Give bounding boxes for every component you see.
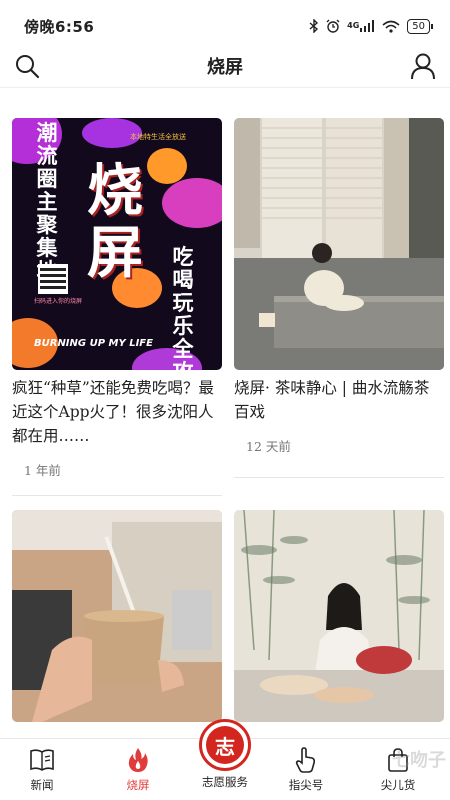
user-profile-icon[interactable] <box>410 52 436 80</box>
article-thumbnail-photo[interactable] <box>234 510 444 722</box>
poster-qr-caption: 扫码进入你的烧屏 <box>34 298 83 305</box>
tab-fingertip[interactable]: 指尖号 <box>266 739 346 800</box>
tab-label: 烧屏 <box>126 778 150 792</box>
bluetooth-icon <box>309 19 319 33</box>
article-time: 1 年前 <box>24 463 61 478</box>
emblem-character: 志 <box>206 726 244 764</box>
article-time: 12 天前 <box>246 439 291 454</box>
book-icon <box>29 747 55 773</box>
volunteer-emblem-icon: 志 <box>199 719 251 771</box>
pointer-hand-icon <box>293 747 319 773</box>
article-thumbnail-poster[interactable]: 本地特生活全放送 潮流圈主聚集地 烧屏 吃喝玩乐全攻略 扫码进入你的烧屏 BUR… <box>12 118 222 370</box>
signal-icon: 4G <box>347 20 375 32</box>
card-divider <box>234 477 444 478</box>
battery-indicator: 50 <box>407 18 433 34</box>
article-card[interactable] <box>12 510 222 722</box>
poster-big-text: 烧屏 <box>87 158 143 286</box>
article-feed[interactable]: 本地特生活全放送 潮流圈主聚集地 烧屏 吃喝玩乐全攻略 扫码进入你的烧屏 BUR… <box>0 118 450 738</box>
article-card[interactable]: 烧屏· 茶味静心 | 曲水流觞茶百戏 12 天前 <box>234 118 444 478</box>
article-thumbnail-photo[interactable] <box>234 118 444 370</box>
card-divider <box>12 495 222 496</box>
tab-label: 指尖号 <box>288 778 324 792</box>
poster-tagline: 本地特生活全放送 <box>130 133 186 141</box>
alarm-icon <box>326 19 340 33</box>
poster-qr-code <box>38 264 68 294</box>
top-header: 烧屏 <box>0 44 450 88</box>
article-title[interactable]: 烧屏· 茶味静心 | 曲水流觞茶百戏 <box>234 376 444 424</box>
flame-icon <box>125 747 151 773</box>
tab-shaoping[interactable]: 烧屏 <box>98 739 178 800</box>
article-title[interactable]: 疯狂“种草”还能免费吃喝？最近这个App火了！很多沈阳人都在用…… <box>12 376 222 448</box>
status-icons: 4G 50 <box>309 18 433 34</box>
article-thumbnail-photo[interactable] <box>12 510 222 722</box>
page-title: 烧屏 <box>207 56 243 78</box>
poster-footer-text: BURNING UP MY LIFE <box>34 338 153 349</box>
tab-label: 志愿服务 <box>202 775 248 789</box>
tab-label: 新闻 <box>30 778 54 792</box>
search-icon[interactable] <box>14 53 40 79</box>
status-time: 傍晚6:56 <box>24 17 95 36</box>
poster-right-vertical-text: 吃喝玩乐全攻略 <box>172 245 194 371</box>
poster-left-vertical-text: 潮流圈主聚集地 <box>36 121 58 283</box>
tab-news[interactable]: 新闻 <box>2 739 82 800</box>
watermark-logo: 七吻子 <box>392 750 446 771</box>
tab-volunteer-service[interactable]: 志 志愿服务 <box>190 719 260 790</box>
article-card[interactable]: 本地特生活全放送 潮流圈主聚集地 烧屏 吃喝玩乐全攻略 扫码进入你的烧屏 BUR… <box>12 118 222 496</box>
tab-label: 尖儿货 <box>380 778 416 792</box>
article-card[interactable] <box>234 510 444 722</box>
network-type: 4G <box>347 21 360 30</box>
bottom-tab-bar: 新闻 烧屏 志 志愿服务 指尖号 尖儿货 <box>0 719 450 800</box>
wifi-icon <box>382 20 400 33</box>
